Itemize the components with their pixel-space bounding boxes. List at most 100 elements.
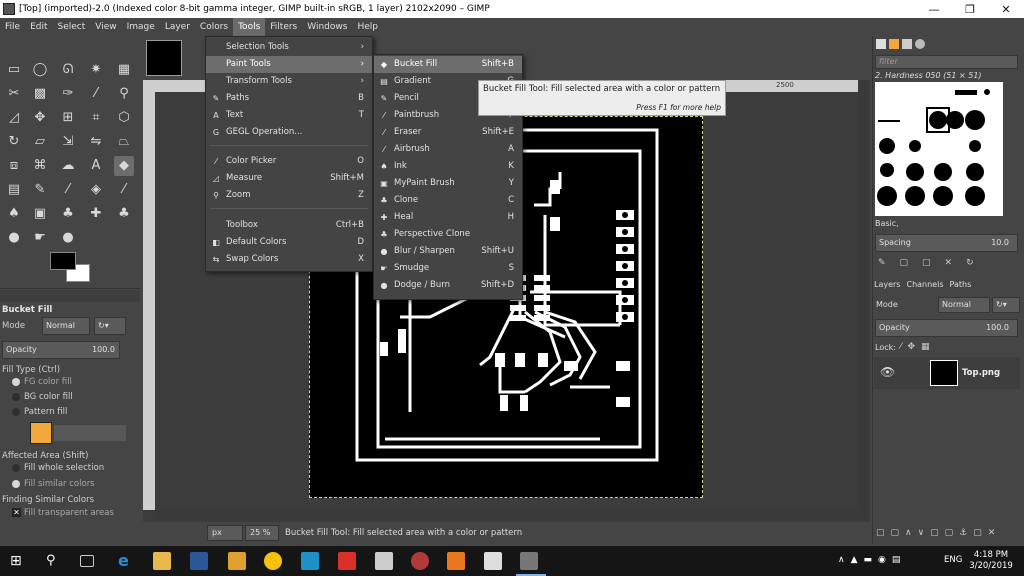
menu-tools[interactable]: Tools: [233, 18, 266, 36]
file-explorer-icon[interactable]: [153, 552, 171, 570]
brush-filter-input[interactable]: filter: [875, 55, 1018, 69]
rotate-tool-icon[interactable]: ↻: [4, 132, 24, 152]
fg-bg-colors[interactable]: [50, 252, 92, 284]
minimize-button[interactable]: —: [916, 3, 952, 16]
unit-select[interactable]: px: [207, 525, 243, 541]
fill-transparent-checkbox[interactable]: ✕: [12, 508, 21, 517]
warp-tool-icon[interactable]: ⌘: [30, 156, 50, 176]
menu-file[interactable]: File: [0, 18, 25, 36]
foreground-color[interactable]: [50, 252, 76, 270]
align-tool-icon[interactable]: ⊞: [58, 108, 78, 128]
menu-filters[interactable]: Filters: [265, 18, 302, 36]
menu-layer[interactable]: Layer: [160, 18, 195, 36]
rect-select-icon[interactable]: ▭: [4, 60, 24, 80]
calculator-icon[interactable]: [375, 552, 393, 570]
paint-eraser[interactable]: ⁄ Eraser Shift+E: [374, 124, 522, 141]
color-select-icon[interactable]: ▦: [114, 60, 134, 80]
task-view-icon[interactable]: [80, 555, 94, 567]
tools-menu-gegl-operation[interactable]: G GEGL Operation...: [206, 124, 372, 141]
tools-menu-selection-tools[interactable]: Selection Tools ›: [206, 39, 372, 56]
foreground-select-icon[interactable]: ▩: [30, 84, 50, 104]
mypaint-brush-icon[interactable]: ▣: [30, 204, 50, 224]
scissors-icon[interactable]: ✂: [4, 84, 24, 104]
tools-menu-color-picker[interactable]: ⁄ Color Picker O: [206, 153, 372, 170]
brushes-tab-icon[interactable]: [876, 39, 886, 49]
fill-similar-radio[interactable]: [12, 480, 20, 488]
app-icon[interactable]: [447, 552, 465, 570]
paint-blur-sharpen[interactable]: ● Blur / Sharpen Shift+U: [374, 243, 522, 260]
app-icon[interactable]: [301, 552, 319, 570]
ink-tool-icon[interactable]: ♠: [4, 204, 24, 224]
ellipse-select-icon[interactable]: ◯: [30, 60, 50, 80]
paintbrush-tool-icon[interactable]: ⁄: [58, 180, 78, 200]
menu-image[interactable]: Image: [122, 18, 160, 36]
paint-heal[interactable]: ✚ Heal H: [374, 209, 522, 226]
app-icon[interactable]: [411, 552, 429, 570]
measure-icon[interactable]: ◿: [4, 108, 24, 128]
clone-tool-icon[interactable]: ♣: [58, 204, 78, 224]
cage-tool-icon[interactable]: ⧈: [4, 156, 24, 176]
bucket-fill-icon[interactable]: ◆: [114, 156, 134, 176]
paint-bucket-fill[interactable]: ◆ Bucket Fill Shift+B: [374, 56, 522, 73]
zoom-select[interactable]: 25 %: [245, 525, 279, 541]
paint-clone[interactable]: ♣ Clone C: [374, 192, 522, 209]
scale-tool-icon[interactable]: ⇲: [58, 132, 78, 152]
gimp-taskbar-icon[interactable]: [520, 552, 538, 570]
tools-menu-zoom[interactable]: ⚲ Zoom Z: [206, 187, 372, 204]
layers-opacity-slider[interactable]: Opacity 100.0: [875, 319, 1018, 337]
opacity-slider[interactable]: Opacity 100.0: [2, 341, 120, 359]
perspective-clone-icon[interactable]: ♣: [114, 204, 134, 224]
smudge-tool-icon[interactable]: ☛: [30, 228, 50, 248]
paint-perspective-clone[interactable]: ♣ Perspective Clone: [374, 226, 522, 243]
maximize-button[interactable]: ❐: [952, 3, 988, 16]
eraser-tool-icon[interactable]: ◈: [86, 180, 106, 200]
photos-icon[interactable]: [484, 552, 502, 570]
chrome-icon[interactable]: [264, 552, 282, 570]
acrobat-icon[interactable]: [338, 552, 356, 570]
tools-menu-text[interactable]: A Text T: [206, 107, 372, 124]
document-history-tab-icon[interactable]: [915, 39, 925, 49]
dodge-burn-icon[interactable]: ●: [58, 228, 78, 248]
paint-ink[interactable]: ♠ Ink K: [374, 158, 522, 175]
fill-bg-radio[interactable]: [12, 393, 20, 401]
close-button[interactable]: ✕: [988, 3, 1024, 16]
unified-transform-icon[interactable]: ⬡: [114, 108, 134, 128]
vertical-scrollbar[interactable]: [858, 80, 870, 520]
brush-grid[interactable]: [875, 82, 1003, 216]
language-indicator[interactable]: ENG: [944, 555, 962, 565]
paint-airbrush[interactable]: ⁄ Airbrush A: [374, 141, 522, 158]
tools-menu-swap-colors[interactable]: ⇆ Swap Colors X: [206, 251, 372, 268]
zoom-tool-icon[interactable]: ⚲: [114, 84, 134, 104]
tools-menu-paint-tools[interactable]: Paint Tools ›: [206, 56, 372, 73]
layer-visibility-eye-icon[interactable]: 👁: [880, 365, 895, 379]
layer-row[interactable]: 👁 Top.png: [874, 357, 1020, 389]
tools-menu-toolbox[interactable]: Toolbox Ctrl+B: [206, 217, 372, 234]
pencil-tool-icon[interactable]: ✎: [30, 180, 50, 200]
clock[interactable]: 4:18 PM 3/20/2019: [966, 550, 1016, 572]
flip-tool-icon[interactable]: ⇋: [86, 132, 106, 152]
fill-pattern-radio[interactable]: [12, 408, 20, 416]
layer-actions[interactable]: ▢▢∧∨▢▢⚓▢✕: [876, 528, 1022, 542]
spacing-slider[interactable]: Spacing 10.0: [875, 234, 1018, 252]
menu-help[interactable]: Help: [352, 18, 383, 36]
fonts-tab-icon[interactable]: [902, 39, 912, 49]
layer-name[interactable]: Top.png: [962, 368, 1000, 378]
menu-select[interactable]: Select: [53, 18, 91, 36]
image-thumbnail[interactable]: [146, 40, 182, 76]
tools-menu-measure[interactable]: ◿ Measure Shift+M: [206, 170, 372, 187]
layers-mode-reset[interactable]: ↻▾: [992, 297, 1020, 313]
shear-tool-icon[interactable]: ▱: [30, 132, 50, 152]
perspective-tool-icon[interactable]: ⏢: [114, 132, 134, 152]
heal-tool-icon[interactable]: ✚: [86, 204, 106, 224]
fuzzy-select-icon[interactable]: ✷: [86, 60, 106, 80]
lasso-icon[interactable]: ᘏ: [58, 60, 78, 80]
gradient-tool-icon[interactable]: ▤: [4, 180, 24, 200]
patterns-tab-icon[interactable]: [889, 39, 899, 49]
menu-windows[interactable]: Windows: [302, 18, 352, 36]
search-icon[interactable]: ⚲: [46, 552, 64, 570]
layers-mode-select[interactable]: Normal: [938, 297, 990, 313]
layers-tab[interactable]: Layers: [874, 280, 900, 292]
windows-start-icon[interactable]: ⊞: [10, 552, 28, 570]
tools-menu-paths[interactable]: ✎ Paths B: [206, 90, 372, 107]
paths-tool-icon[interactable]: ✑: [58, 84, 78, 104]
